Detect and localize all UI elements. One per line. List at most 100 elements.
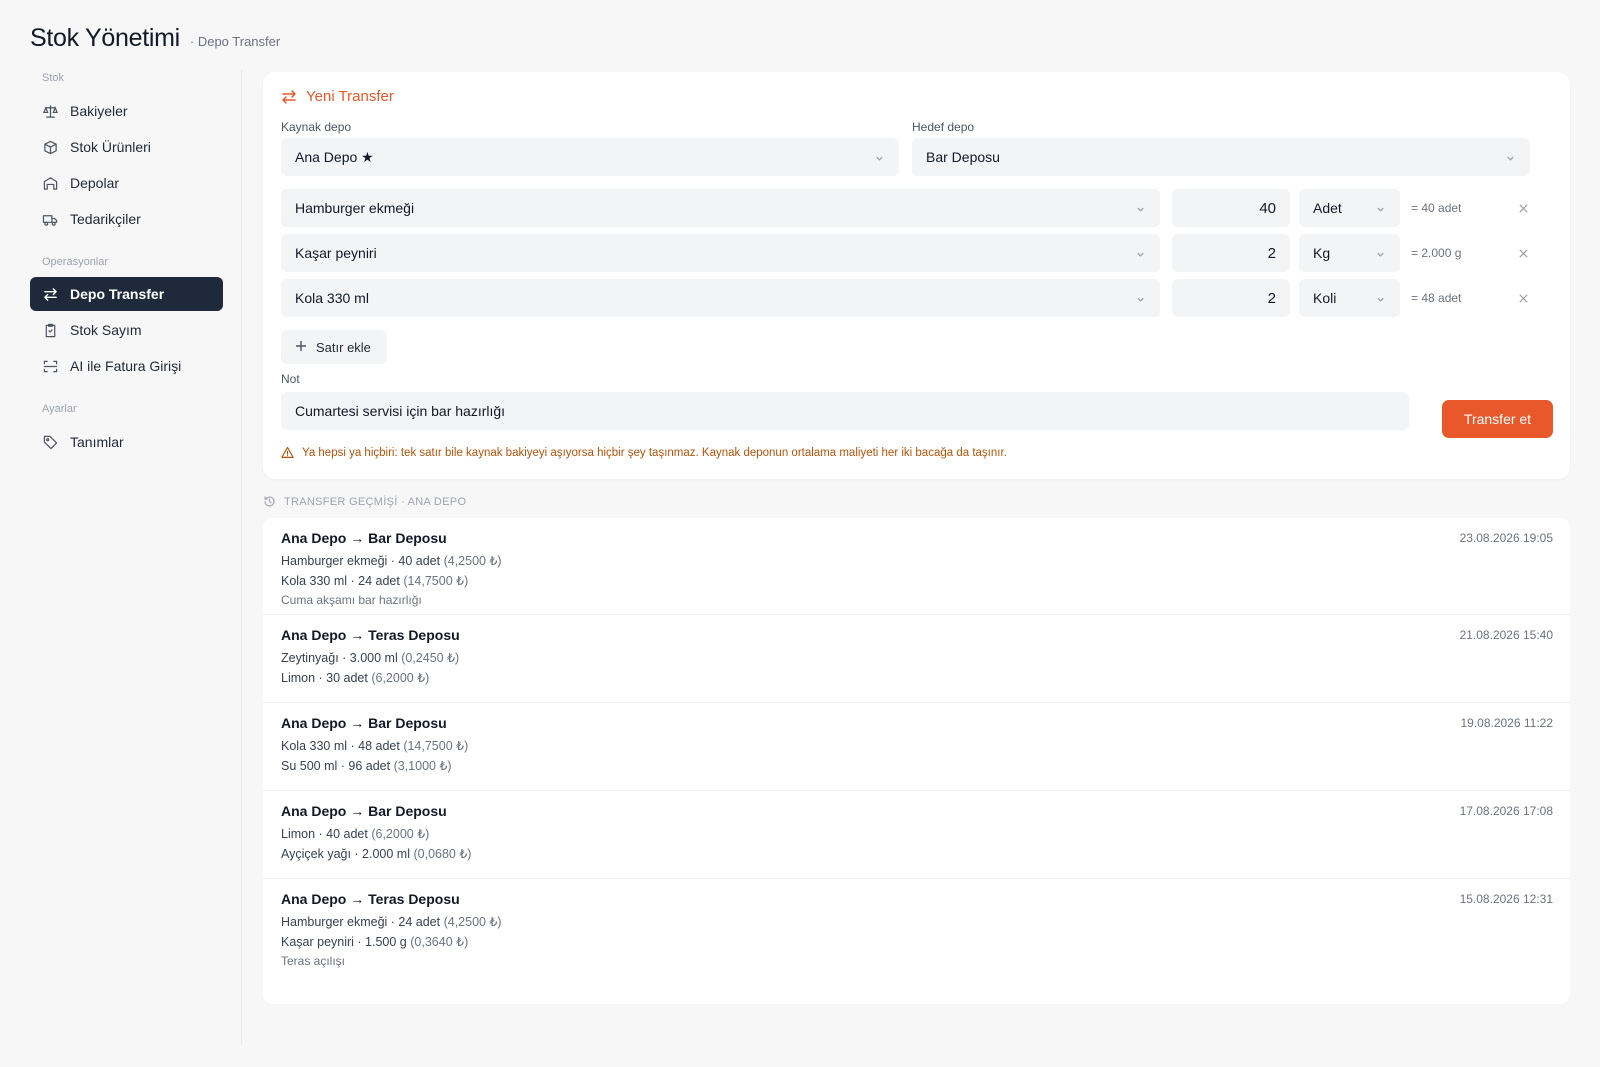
history-route: Ana Depo → Teras Deposu — [281, 627, 460, 643]
line-unit-value: Adet — [1313, 200, 1342, 216]
line-unit-value: Kg — [1313, 245, 1331, 261]
line-unit-select[interactable]: Adet — [1299, 189, 1400, 227]
add-line-button[interactable]: Satır ekle — [281, 330, 387, 364]
remove-line-button[interactable] — [1515, 290, 1531, 306]
chevron-down-icon — [1375, 292, 1386, 308]
breadcrumb: · Depo Transfer — [189, 34, 281, 49]
new-transfer-heading: Yeni Transfer — [281, 88, 394, 105]
sidebar-item-ai-fatura[interactable]: AI ile Fatura Girişi — [30, 349, 223, 383]
sidebar-item-label: Depolar — [70, 175, 120, 191]
history-route: Ana Depo → Bar Deposu — [281, 803, 447, 819]
note-input[interactable]: Cumartesi servisi için bar hazırlığı — [281, 392, 1409, 430]
history-line: Kaşar peyniri · 1.500 g (0,3640 ₺) — [281, 935, 469, 949]
sidebar-section-stok: Stok — [42, 72, 65, 84]
line-quantity-input[interactable]: 40 — [1172, 189, 1290, 227]
history-title: TRANSFER GEÇMİŞİ · ANA DEPO — [284, 495, 467, 508]
history-line: Limon · 30 adet (6,2000 ₺) — [281, 671, 430, 685]
history-note: Cuma akşamı bar hazırlığı — [281, 593, 422, 607]
sidebar-item-depolar[interactable]: Depolar — [30, 166, 223, 200]
sidebar-section-ayarlar: Ayarlar — [42, 403, 77, 415]
new-transfer-card: Yeni Transfer Kaynak depo Hedef depo Ana… — [263, 72, 1570, 479]
line-product-select[interactable]: Hamburger ekmeği — [281, 189, 1160, 227]
source-depot-value: Ana Depo ★ — [295, 148, 374, 165]
chevron-down-icon — [874, 151, 885, 167]
history-date: 15.08.2026 12:31 — [1459, 892, 1553, 906]
sidebar-item-stok-urunleri[interactable]: Stok Ürünleri — [30, 130, 223, 164]
chevron-down-icon — [1135, 292, 1146, 308]
add-line-label: Satır ekle — [316, 339, 371, 355]
scan-icon — [42, 358, 58, 374]
target-depot-value: Bar Deposu — [926, 149, 1000, 165]
transfer-icon — [282, 89, 296, 104]
line-conversion: = 48 adet — [1411, 291, 1462, 305]
line-unit-select[interactable]: Koli — [1299, 279, 1400, 317]
note-label: Not — [281, 372, 300, 386]
box-icon — [42, 139, 58, 155]
history-entry[interactable]: Ana Depo → Teras Deposu 21.08.2026 15:40… — [263, 615, 1570, 703]
history-entry[interactable]: Ana Depo → Bar Deposu 17.08.2026 17:08 L… — [263, 791, 1570, 879]
history-line: Zeytinyağı · 3.000 ml (0,2450 ₺) — [281, 651, 460, 665]
transfer-icon — [42, 286, 58, 302]
history-date: 17.08.2026 17:08 — [1459, 804, 1553, 818]
line-product-value: Kola 330 ml — [295, 290, 369, 306]
history-note: Teras açılışı — [281, 954, 346, 968]
sidebar-item-tanimlar[interactable]: Tanımlar — [30, 425, 223, 459]
close-icon — [1518, 203, 1528, 213]
plus-icon — [295, 340, 307, 355]
line-product-value: Hamburger ekmeği — [295, 200, 415, 216]
sidebar: Stok Bakiyeler Stok Ürünleri Depolar Ted… — [30, 66, 223, 461]
source-depot-select[interactable]: Ana Depo ★ — [281, 138, 899, 176]
history-route: Ana Depo → Teras Deposu — [281, 891, 460, 907]
target-depot-select[interactable]: Bar Deposu — [912, 138, 1530, 176]
line-product-select[interactable]: Kola 330 ml — [281, 279, 1160, 317]
warehouse-icon — [42, 175, 58, 191]
chevron-down-icon — [1375, 202, 1386, 218]
history-line: Kola 330 ml · 48 adet (14,7500 ₺) — [281, 739, 469, 753]
history-icon — [264, 496, 275, 507]
sidebar-divider — [241, 70, 242, 1045]
chevron-down-icon — [1505, 151, 1516, 167]
history-line: Hamburger ekmeği · 40 adet (4,2500 ₺) — [281, 554, 502, 568]
scale-icon — [42, 103, 58, 119]
new-transfer-title: Yeni Transfer — [306, 88, 394, 105]
warning-message: Ya hepsi ya hiçbiri: tek satır bile kayn… — [281, 446, 1007, 459]
line-quantity-input[interactable]: 2 — [1172, 279, 1290, 317]
source-depot-label: Kaynak depo — [281, 120, 352, 134]
sidebar-item-tedarikciler[interactable]: Tedarikçiler — [30, 202, 223, 236]
clipboard-icon — [42, 322, 58, 338]
history-route: Ana Depo → Bar Deposu — [281, 530, 447, 546]
history-entry[interactable]: Ana Depo → Teras Deposu 15.08.2026 12:31… — [263, 879, 1570, 1004]
tag-icon — [42, 434, 58, 450]
sidebar-item-label: Bakiyeler — [70, 103, 128, 119]
sidebar-item-label: AI ile Fatura Girişi — [70, 358, 182, 374]
history-route: Ana Depo → Bar Deposu — [281, 715, 447, 731]
history-date: 21.08.2026 15:40 — [1459, 628, 1553, 642]
history-heading: TRANSFER GEÇMİŞİ · ANA DEPO — [263, 495, 466, 508]
history-entry[interactable]: Ana Depo → Bar Deposu 19.08.2026 11:22 K… — [263, 703, 1570, 791]
remove-line-button[interactable] — [1515, 200, 1531, 216]
page-header: Stok Yönetimi · Depo Transfer — [30, 24, 280, 53]
sidebar-item-label: Depo Transfer — [70, 286, 165, 302]
sidebar-item-depo-transfer[interactable]: Depo Transfer — [30, 277, 223, 311]
warning-text: Ya hepsi ya hiçbiri: tek satır bile kayn… — [302, 446, 1007, 459]
remove-line-button[interactable] — [1515, 245, 1531, 261]
line-conversion: = 40 adet — [1411, 201, 1462, 215]
history-line: Ayçiçek yağı · 2.000 ml (0,0680 ₺) — [281, 847, 472, 861]
line-unit-select[interactable]: Kg — [1299, 234, 1400, 272]
sidebar-item-label: Stok Ürünleri — [70, 139, 151, 155]
sidebar-item-label: Tedarikçiler — [70, 211, 141, 227]
sidebar-item-label: Stok Sayım — [70, 322, 142, 338]
history-line: Hamburger ekmeği · 24 adet (4,2500 ₺) — [281, 915, 502, 929]
history-entry[interactable]: Ana Depo → Bar Deposu 23.08.2026 19:05 H… — [263, 518, 1570, 615]
line-quantity-input[interactable]: 2 — [1172, 234, 1290, 272]
transfer-submit-button[interactable]: Transfer et — [1442, 400, 1553, 438]
history-line: Su 500 ml · 96 adet (3,1000 ₺) — [281, 759, 452, 773]
close-icon — [1518, 293, 1528, 303]
line-unit-value: Koli — [1313, 290, 1337, 306]
close-icon — [1518, 248, 1528, 258]
line-product-select[interactable]: Kaşar peyniri — [281, 234, 1160, 272]
sidebar-section-operasyonlar: Operasyonlar — [42, 256, 109, 268]
sidebar-item-stok-sayim[interactable]: Stok Sayım — [30, 313, 223, 347]
line-product-value: Kaşar peyniri — [295, 245, 377, 261]
sidebar-item-bakiyeler[interactable]: Bakiyeler — [30, 94, 223, 128]
